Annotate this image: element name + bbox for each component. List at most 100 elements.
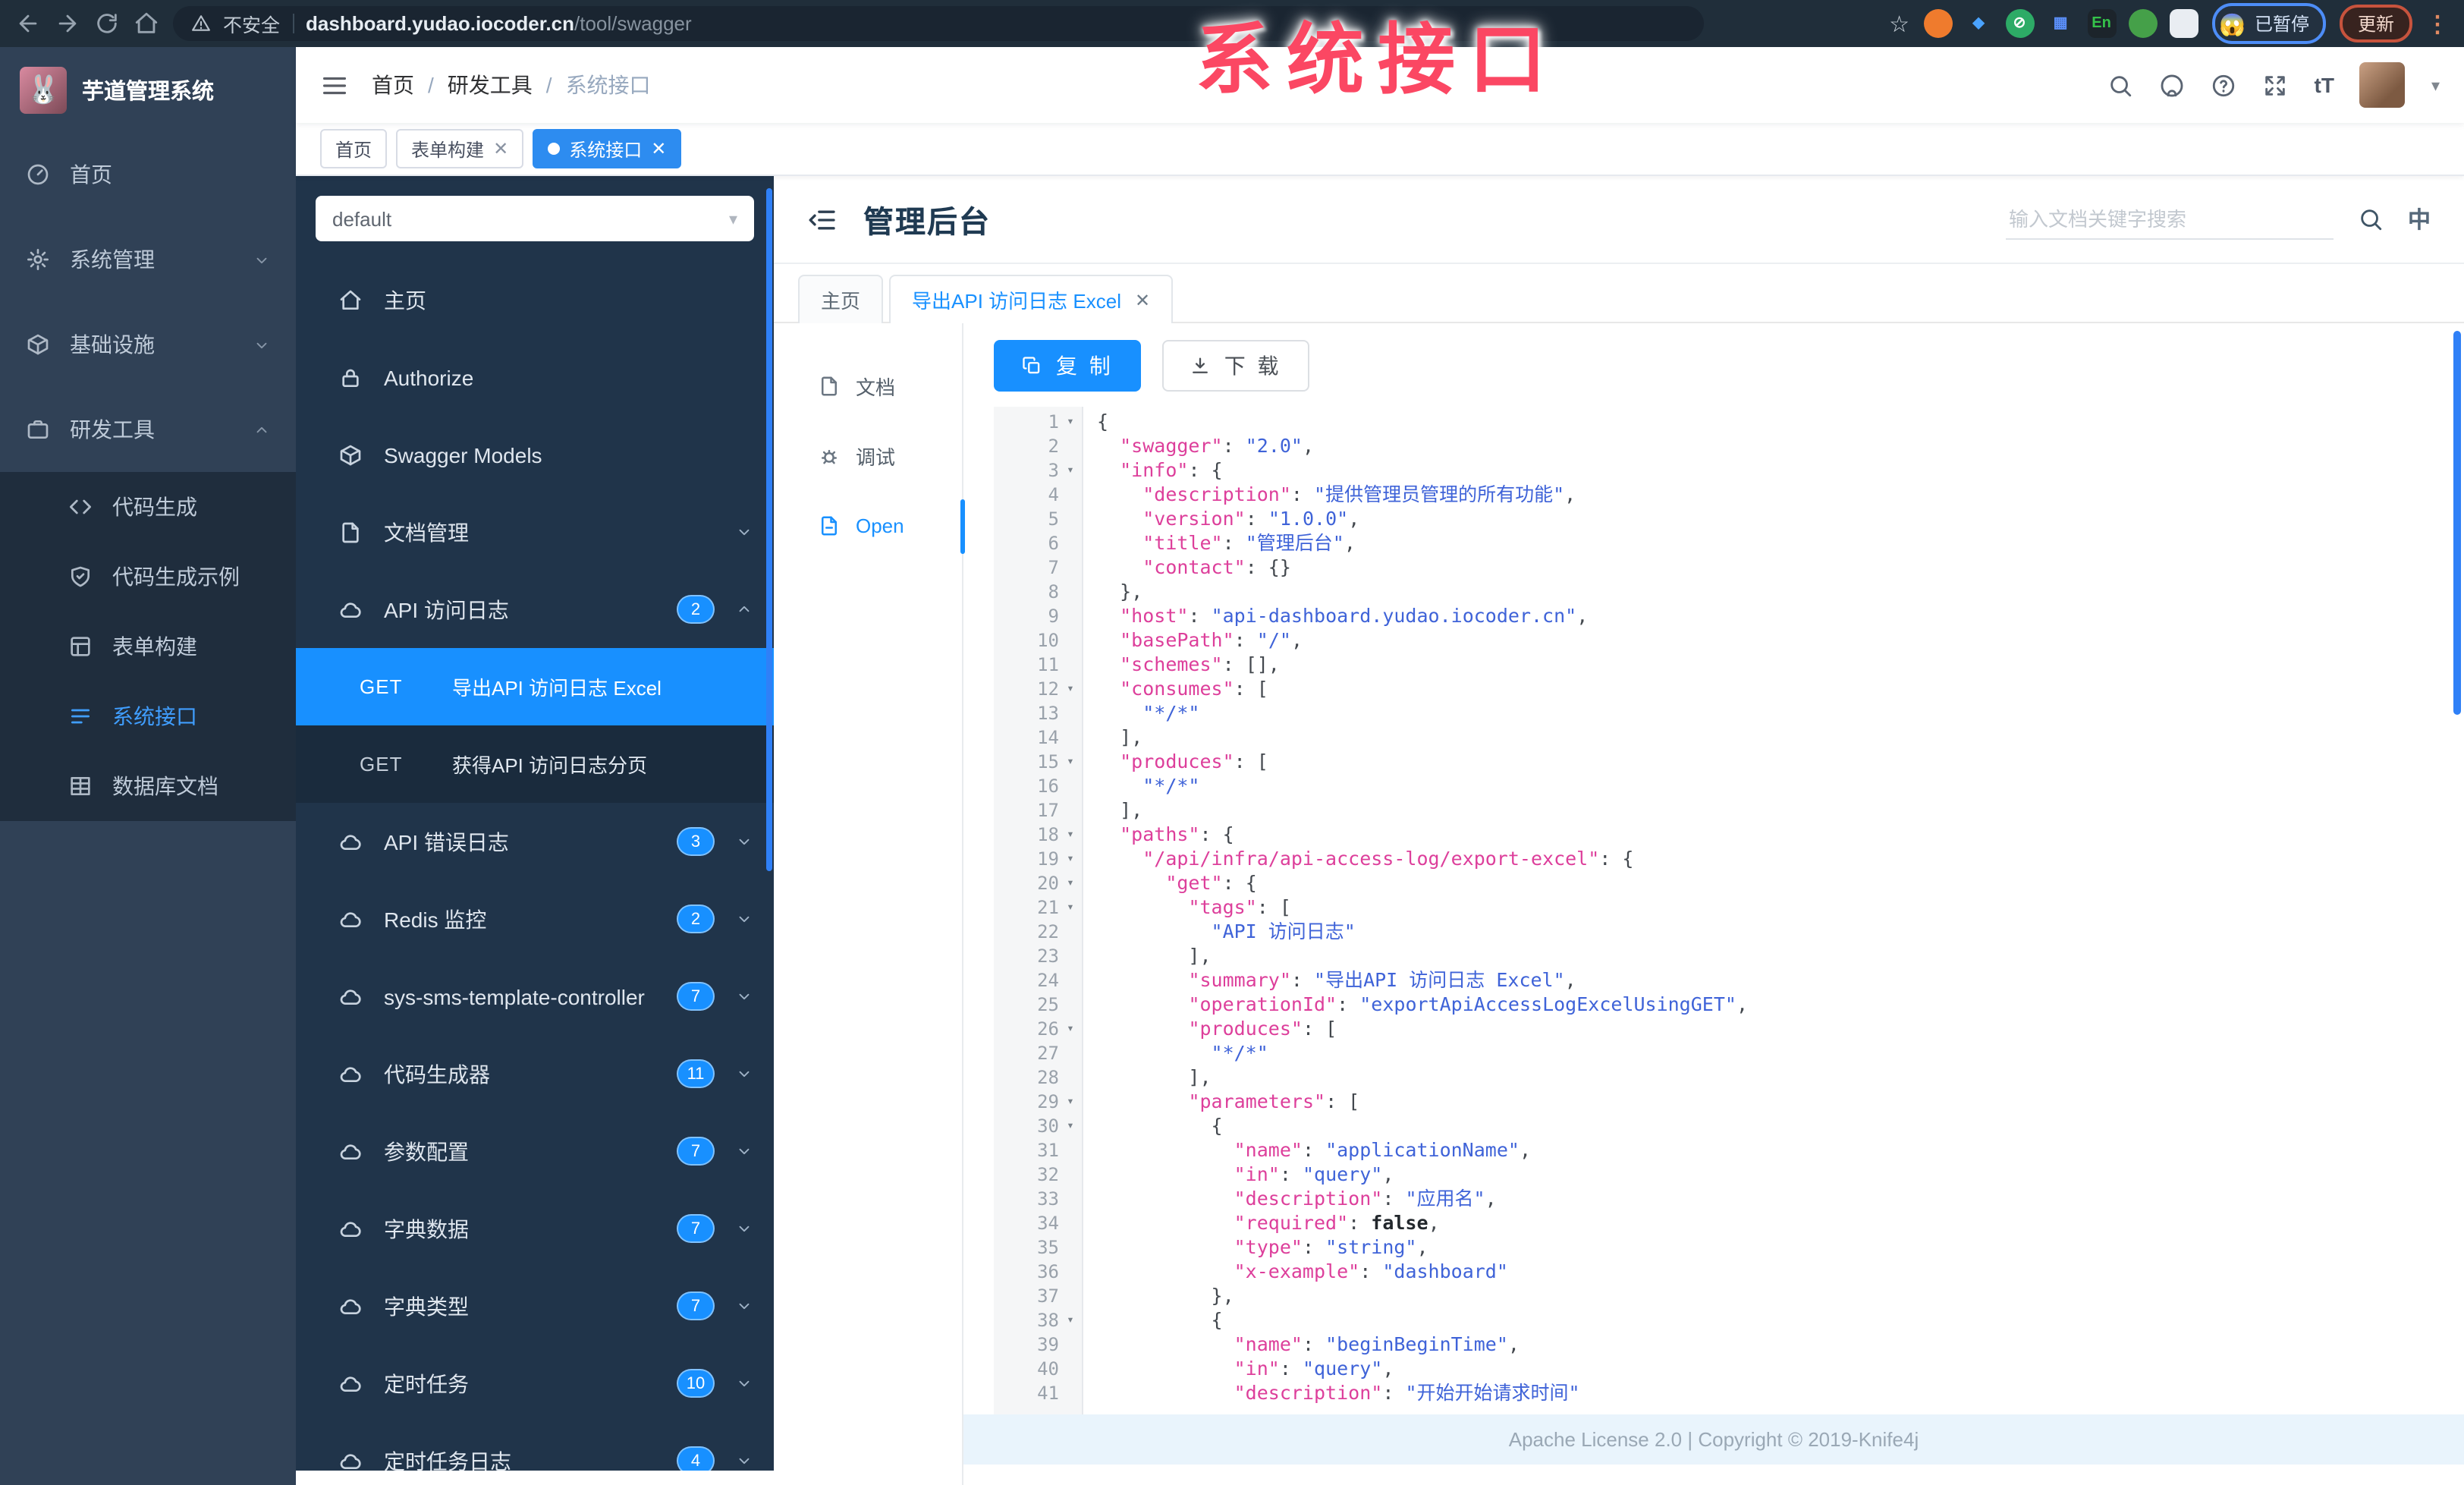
- sidebar-item-系统管理[interactable]: 系统管理: [0, 217, 296, 302]
- fold-caret-icon[interactable]: ▾: [1059, 823, 1082, 847]
- page-scrollbar[interactable]: [2453, 331, 2461, 715]
- address-bar[interactable]: 不安全 dashboard.yudao.iocoder.cn/tool/swag…: [173, 6, 1704, 41]
- editor-code[interactable]: { "swagger": "2.0", "info": { "descripti…: [1082, 407, 2464, 1414]
- ext-orange-icon[interactable]: [1923, 9, 1953, 38]
- browser-menu-icon[interactable]: ⋮: [2426, 10, 2449, 37]
- fullscreen-icon[interactable]: [2263, 72, 2289, 98]
- ext-green-circle-icon[interactable]: ⊘: [2005, 9, 2035, 38]
- swagger-group-sys-sms-template-controller[interactable]: sys-sms-template-controller 7: [296, 958, 774, 1035]
- swagger-group-字典类型[interactable]: 字典类型 7: [296, 1267, 774, 1345]
- swagger-sidebar-scrollbar[interactable]: [766, 188, 772, 871]
- json-editor[interactable]: 1 ▾ 2 3 ▾ 4 5 6 7 8 9 10 11 12 ▾ 13 14 15 ▾ 16 17 18 ▾ 19 ▾ 20 ▾ 21…: [994, 407, 2464, 1414]
- font-size-icon[interactable]: tT: [2315, 73, 2334, 97]
- ext-puzzle-icon[interactable]: [2169, 9, 2198, 38]
- bookmark-star-icon[interactable]: ☆: [1889, 10, 1909, 37]
- breadcrumb-item[interactable]: 研发工具: [448, 70, 533, 100]
- swagger-group-字典数据[interactable]: 字典数据 7: [296, 1190, 774, 1267]
- sidebar-item-研发工具[interactable]: 研发工具: [0, 387, 296, 472]
- swagger-group-Swagger Models[interactable]: Swagger Models: [296, 416, 774, 493]
- fold-caret-icon[interactable]: ▾: [1059, 1090, 1082, 1114]
- sidebar-subitem-表单构建[interactable]: 表单构建: [0, 612, 296, 681]
- fold-caret-icon[interactable]: ▾: [1059, 895, 1082, 920]
- fold-caret-icon[interactable]: ▾: [1059, 1308, 1082, 1332]
- swagger-group-Authorize[interactable]: Authorize: [296, 338, 774, 416]
- editor-column: 复 制 下 载 1 ▾ 2 3 ▾ 4 5 6 7 8 9 10 11 12 ▾ 13 14 15 ▾ 16 17 18 ▾…: [963, 323, 2464, 1485]
- swagger-group-定时任务日志[interactable]: 定时任务日志 4: [296, 1422, 774, 1471]
- browser-home-icon[interactable]: [134, 11, 159, 36]
- tag-close-icon[interactable]: ✕: [493, 138, 508, 159]
- tag-view-表单构建[interactable]: 表单构建 ✕: [396, 129, 524, 168]
- doc-tab-close-icon[interactable]: ✕: [1135, 289, 1150, 310]
- browser-update-button[interactable]: 更新: [2339, 5, 2412, 42]
- hamburger-icon[interactable]: [320, 71, 349, 99]
- user-avatar[interactable]: [2359, 62, 2406, 108]
- fold-caret-icon[interactable]: ▾: [1059, 1017, 1082, 1041]
- gutter-line: 32: [994, 1163, 1082, 1187]
- code-line: "*/*": [1142, 774, 1200, 797]
- gutter-line: 12 ▾: [994, 677, 1082, 701]
- fold-caret-icon[interactable]: ▾: [1059, 410, 1082, 434]
- code-line: "type": "string",: [1234, 1235, 1428, 1258]
- sidebar-subitem-代码生成示例[interactable]: 代码生成示例: [0, 542, 296, 612]
- endpoint-label: 导出API 访问日志 Excel: [452, 677, 662, 700]
- swagger-group-API 错误日志[interactable]: API 错误日志 3: [296, 803, 774, 880]
- doclist-icon: [68, 704, 93, 728]
- breadcrumb-item[interactable]: 首页: [372, 70, 414, 100]
- user-menu-caret-icon[interactable]: ▾: [2431, 75, 2440, 95]
- sidebar-item-首页[interactable]: 首页: [0, 132, 296, 217]
- browser-profile-chip[interactable]: 😱 已暂停: [2211, 3, 2326, 44]
- sidebar-subitem-数据库文档[interactable]: 数据库文档: [0, 751, 296, 821]
- doc-nav-调试[interactable]: 调试: [774, 420, 962, 490]
- doc-search-input[interactable]: [2005, 200, 2334, 239]
- download-button[interactable]: 下 载: [1161, 340, 1309, 392]
- group-select[interactable]: default ▾: [316, 196, 754, 241]
- swagger-group-参数配置[interactable]: 参数配置 7: [296, 1112, 774, 1190]
- fold-caret-icon[interactable]: ▾: [1059, 750, 1082, 774]
- doc-nav-Open[interactable]: Open: [774, 490, 962, 560]
- language-icon[interactable]: 中: [2408, 203, 2431, 235]
- doc-search-icon[interactable]: [2358, 206, 2384, 232]
- swagger-group-Redis 监控[interactable]: Redis 监控 2: [296, 880, 774, 958]
- doc-tab-导出API 访问日志 Excel[interactable]: 导出API 访问日志 Excel ✕: [889, 275, 1174, 323]
- sidebar-subitem-代码生成[interactable]: 代码生成: [0, 472, 296, 542]
- fold-caret-icon[interactable]: ▾: [1059, 847, 1082, 871]
- help-icon[interactable]: [2211, 72, 2237, 98]
- line-number: 39: [1037, 1334, 1059, 1355]
- swagger-group-代码生成器[interactable]: 代码生成器 11: [296, 1035, 774, 1112]
- swagger-group-主页[interactable]: 主页: [296, 261, 774, 338]
- fold-caret-icon[interactable]: ▾: [1059, 677, 1082, 701]
- ext-green-sprout-icon[interactable]: [2128, 9, 2158, 38]
- fold-caret-icon[interactable]: ▾: [1059, 871, 1082, 895]
- swagger-endpoint[interactable]: GET 导出API 访问日志 Excel: [296, 648, 774, 725]
- brand-header[interactable]: 🐰 芋道管理系统: [0, 47, 296, 132]
- ext-blue-grid-icon[interactable]: ▦: [2046, 9, 2075, 38]
- doc-tab-主页[interactable]: 主页: [798, 275, 884, 323]
- search-icon[interactable]: [2108, 72, 2134, 98]
- doc-nav-文档[interactable]: 文档: [774, 351, 962, 420]
- tag-view-系统接口[interactable]: 系统接口 ✕: [533, 129, 682, 168]
- copy-button[interactable]: 复 制: [994, 340, 1141, 392]
- chevron-down-icon: [736, 988, 753, 1005]
- code-line: "schemes": [],: [1120, 653, 1280, 675]
- home-icon: [338, 288, 363, 312]
- fold-caret-icon[interactable]: ▾: [1059, 458, 1082, 483]
- github-icon[interactable]: [2160, 72, 2186, 98]
- sidebar-item-基础设施[interactable]: 基础设施: [0, 302, 296, 387]
- swagger-group-定时任务[interactable]: 定时任务 10: [296, 1345, 774, 1422]
- ext-blue-diamond-icon[interactable]: ◆: [1964, 9, 1993, 38]
- swagger-group-文档管理[interactable]: 文档管理: [296, 493, 774, 571]
- chevron-up-icon: [253, 421, 270, 438]
- tag-close-icon[interactable]: ✕: [651, 138, 666, 159]
- sidebar-subitem-系统接口[interactable]: 系统接口: [0, 681, 296, 751]
- swagger-endpoint[interactable]: GET 获得API 访问日志分页: [296, 725, 774, 803]
- browser-forward-icon[interactable]: [55, 11, 80, 36]
- collapse-docs-icon[interactable]: [807, 204, 838, 234]
- ext-en-translate-icon[interactable]: En: [2087, 9, 2117, 38]
- gutter-line: 16: [994, 774, 1082, 798]
- browser-reload-icon[interactable]: [94, 11, 120, 36]
- tag-view-首页[interactable]: 首页: [320, 129, 388, 168]
- code-line: "summary": "导出API 访问日志 Excel",: [1188, 968, 1576, 991]
- swagger-group-API 访问日志[interactable]: API 访问日志 2: [296, 571, 774, 648]
- browser-back-icon[interactable]: [15, 11, 41, 36]
- fold-caret-icon[interactable]: ▾: [1059, 1114, 1082, 1138]
